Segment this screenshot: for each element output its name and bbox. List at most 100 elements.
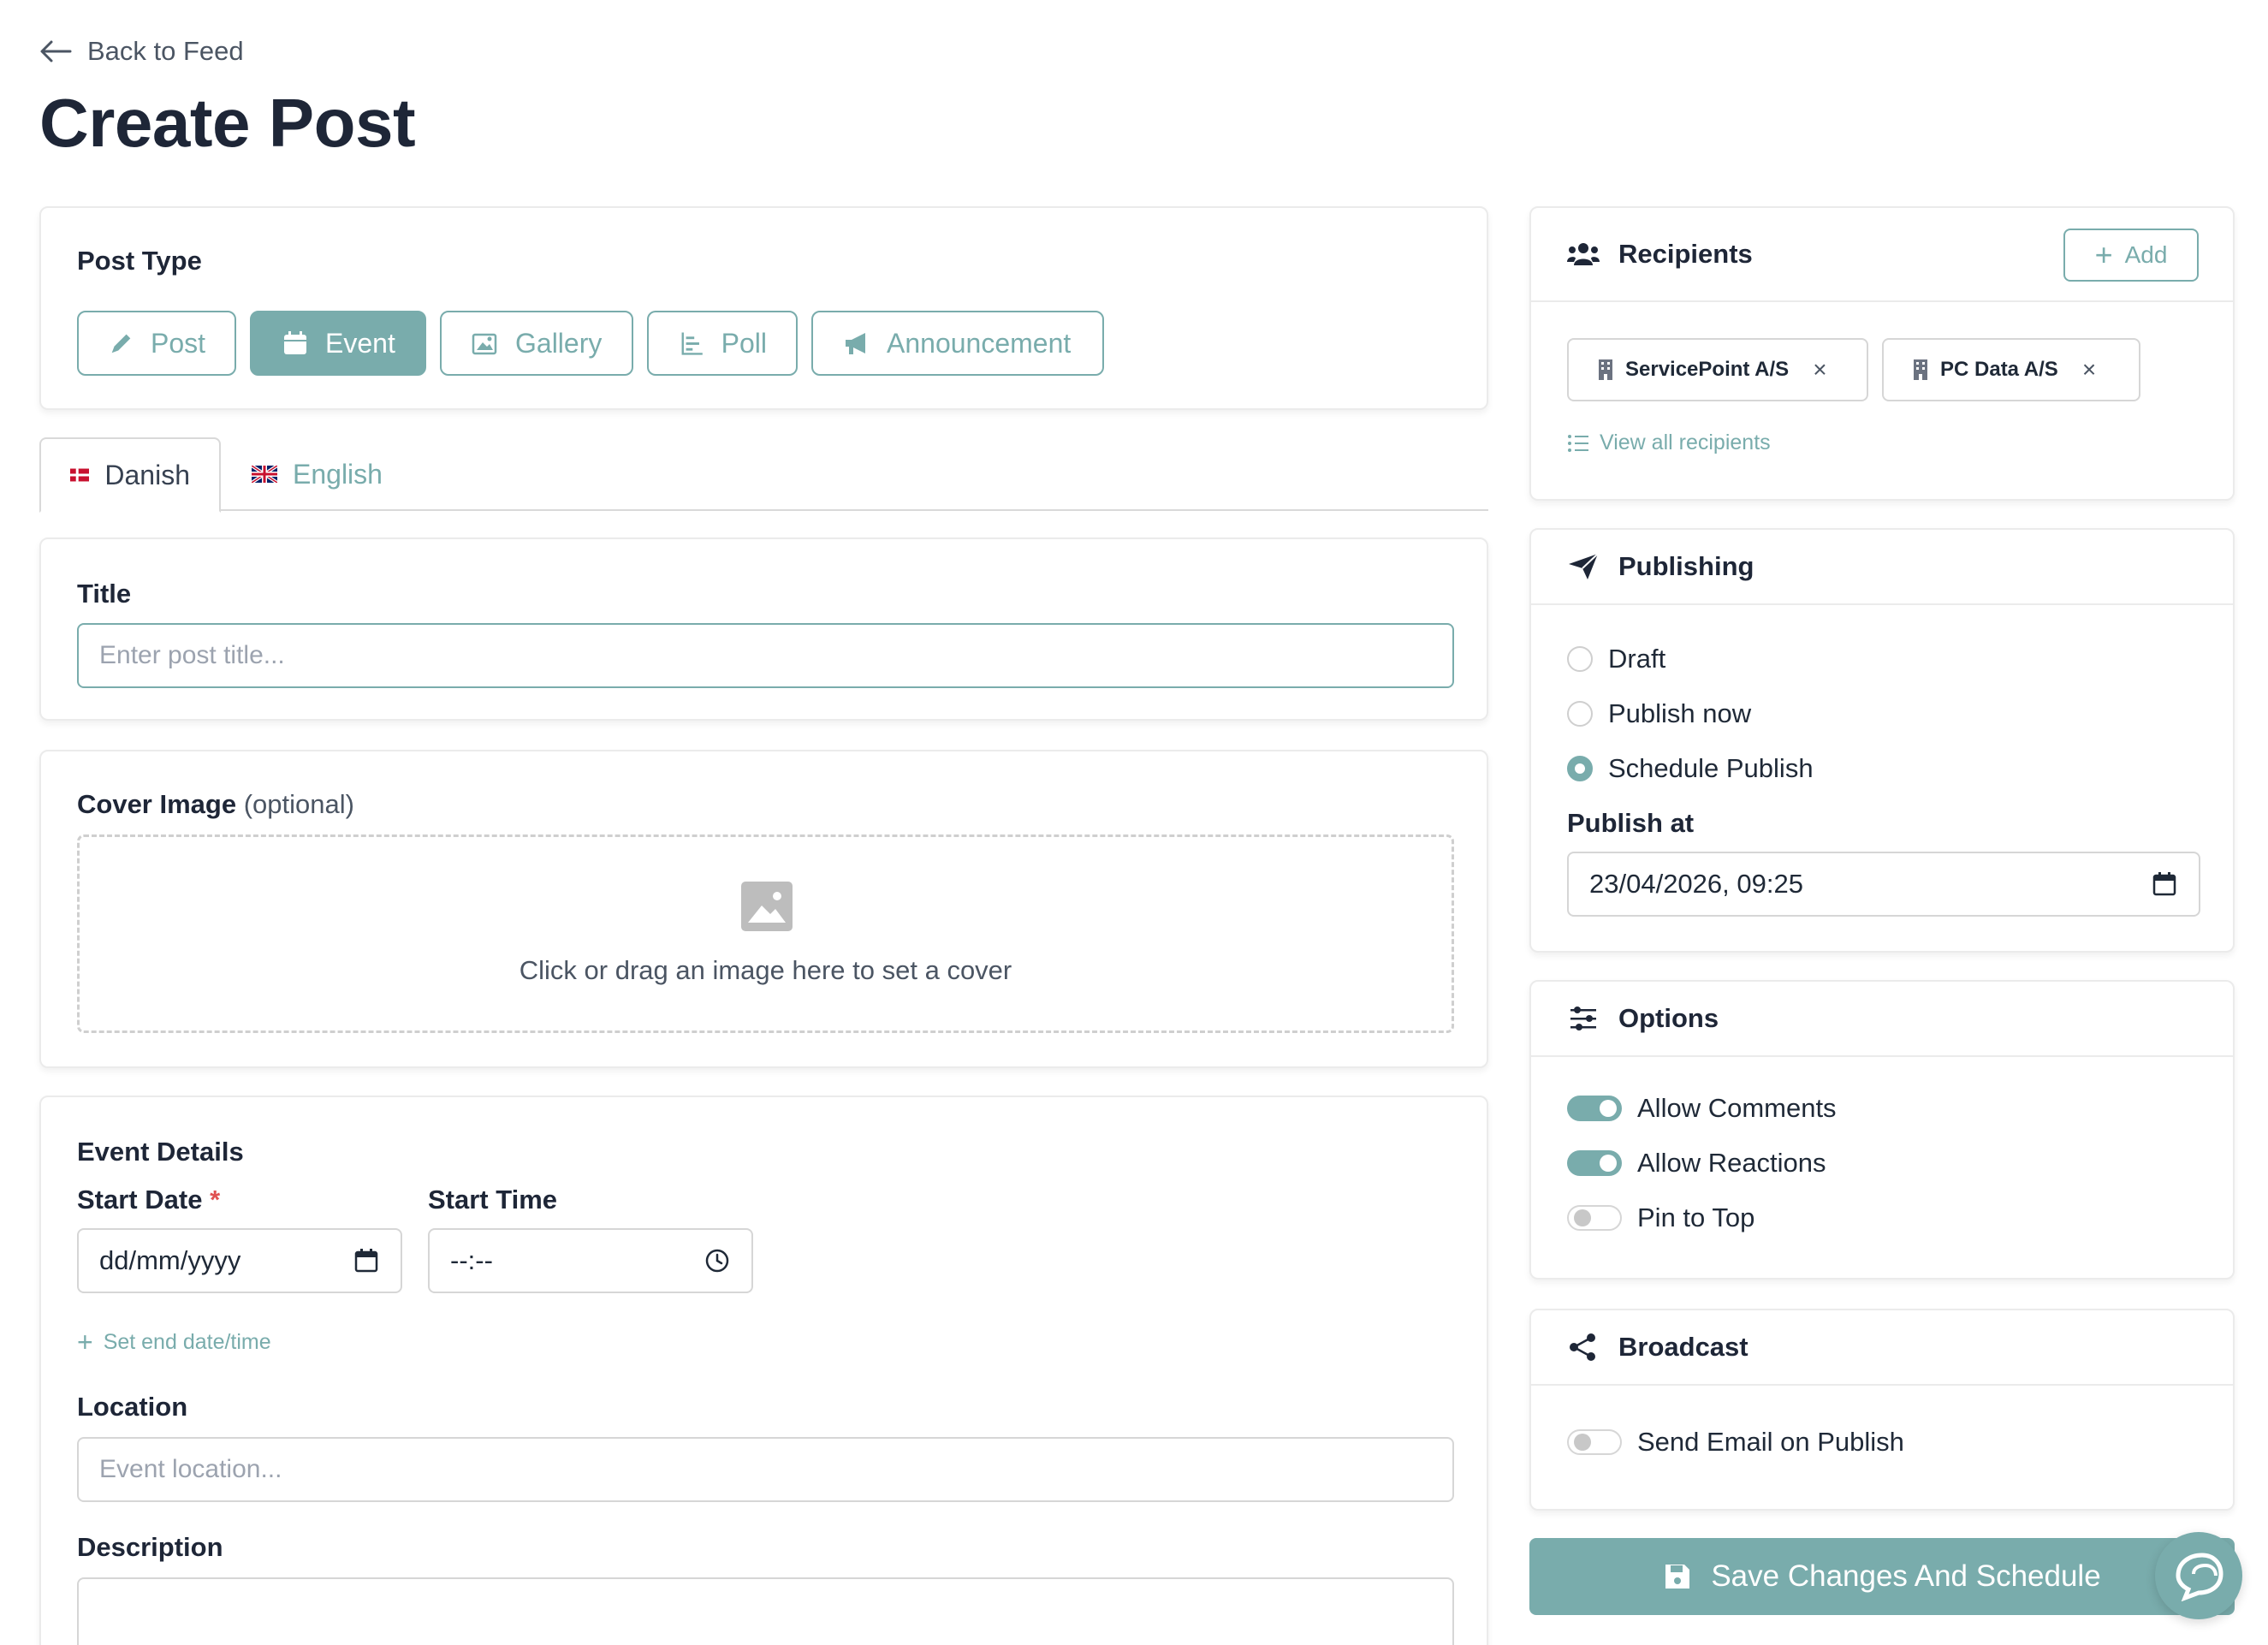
- recipient-chip-label: PC Data A/S: [1940, 358, 2058, 381]
- set-end-datetime-link[interactable]: + Set end date/time: [77, 1328, 271, 1356]
- publish-option-draft-label: Draft: [1608, 644, 1666, 674]
- option-allow-comments: Allow Comments: [1567, 1093, 1837, 1124]
- radio-schedule-publish[interactable]: [1567, 756, 1593, 781]
- pencil-icon: [111, 334, 131, 353]
- publish-option-schedule[interactable]: Schedule Publish: [1567, 753, 1814, 784]
- required-marker: *: [210, 1185, 221, 1214]
- remove-recipient-icon[interactable]: ×: [2082, 356, 2096, 383]
- post-type-announcement-label: Announcement: [887, 327, 1072, 359]
- post-type-announcement-button[interactable]: Announcement: [811, 311, 1104, 376]
- allow-reactions-label: Allow Reactions: [1637, 1148, 1826, 1178]
- cover-image-card: Cover Image (optional) Click or drag an …: [39, 750, 1488, 1068]
- save-changes-and-schedule-button[interactable]: Save Changes And Schedule: [1529, 1538, 2235, 1615]
- chat-icon: [2176, 1553, 2223, 1601]
- event-details-card: Event Details Start Date * dd/mm/yyyy St…: [39, 1096, 1488, 1645]
- remove-recipient-icon[interactable]: ×: [1813, 356, 1826, 383]
- view-all-recipients-link[interactable]: View all recipients: [1567, 431, 1771, 455]
- cover-image-title: Cover Image: [77, 789, 237, 819]
- broadcast-card: Broadcast Send Email on Publish: [1529, 1309, 2235, 1511]
- title-input[interactable]: Enter post title...: [77, 623, 1454, 688]
- start-date-placeholder: dd/mm/yyyy: [99, 1245, 241, 1275]
- cover-image-label: Cover Image (optional): [77, 789, 354, 820]
- publish-at-label: Publish at: [1567, 808, 1695, 838]
- publish-at-input[interactable]: 23/04/2026, 09:25: [1567, 852, 2200, 917]
- options-card: Options Allow Comments Allow Reactions P…: [1529, 980, 2235, 1280]
- post-type-card: Post Type Post Event Gallery Poll Announ…: [39, 206, 1488, 410]
- location-input[interactable]: Event location...: [77, 1437, 1454, 1502]
- send-email-toggle[interactable]: [1567, 1429, 1622, 1455]
- post-type-poll-button[interactable]: Poll: [647, 311, 798, 376]
- publish-at-value: 23/04/2026, 09:25: [1589, 869, 1803, 899]
- options-header: Options: [1531, 982, 2233, 1057]
- allow-comments-toggle[interactable]: [1567, 1096, 1622, 1121]
- location-placeholder: Event location...: [99, 1455, 282, 1483]
- post-type-post-button[interactable]: Post: [77, 311, 236, 376]
- tab-danish[interactable]: Danish: [39, 437, 221, 513]
- event-details-heading: Event Details: [77, 1137, 244, 1167]
- start-time-placeholder: --:--: [450, 1245, 493, 1275]
- publish-option-draft[interactable]: Draft: [1567, 644, 1665, 674]
- plus-icon: +: [2094, 237, 2113, 272]
- chat-support-button[interactable]: [2155, 1532, 2242, 1619]
- publish-option-publish-now[interactable]: Publish now: [1567, 698, 1751, 729]
- calendar-icon[interactable]: [353, 1247, 380, 1274]
- users-icon: [1567, 243, 1600, 265]
- toggle-knob: [1574, 1209, 1591, 1226]
- publishing-heading: Publishing: [1618, 551, 1754, 581]
- allow-reactions-toggle[interactable]: [1567, 1150, 1622, 1176]
- option-pin-to-top: Pin to Top: [1567, 1203, 1754, 1233]
- clock-icon[interactable]: [704, 1247, 731, 1274]
- add-recipient-button[interactable]: + Add: [2063, 229, 2199, 282]
- recipient-chip: PC Data A/S ×: [1882, 338, 2140, 401]
- back-to-feed-link[interactable]: Back to Feed: [39, 36, 244, 67]
- title-label: Title: [77, 579, 132, 609]
- start-date-input[interactable]: dd/mm/yyyy: [77, 1228, 402, 1293]
- plus-icon: +: [77, 1327, 93, 1357]
- post-type-gallery-button[interactable]: Gallery: [440, 311, 633, 376]
- post-type-label: Post Type: [77, 246, 202, 276]
- cover-image-dropzone[interactable]: Click or drag an image here to set a cov…: [77, 834, 1454, 1033]
- gallery-icon: [472, 333, 497, 355]
- radio-draft[interactable]: [1567, 646, 1593, 672]
- post-type-post-label: Post: [150, 327, 205, 359]
- location-label: Location: [77, 1392, 188, 1422]
- tab-english[interactable]: English: [252, 437, 412, 511]
- language-tabs: Danish English: [39, 437, 1488, 513]
- description-textarea[interactable]: [77, 1577, 1454, 1645]
- send-email-label: Send Email on Publish: [1637, 1427, 1904, 1457]
- post-type-gallery-label: Gallery: [515, 327, 603, 359]
- radio-publish-now[interactable]: [1567, 701, 1593, 727]
- tab-danish-label: Danish: [104, 459, 190, 490]
- recipient-chip-label: ServicePoint A/S: [1625, 358, 1790, 381]
- title-card: Title Enter post title...: [39, 537, 1488, 721]
- toggle-knob: [1600, 1100, 1617, 1117]
- description-label: Description: [77, 1532, 223, 1562]
- pin-to-top-label: Pin to Top: [1637, 1203, 1755, 1232]
- recipients-card: Recipients + Add ServicePoint A/S × PC D…: [1529, 206, 2235, 501]
- broadcast-send-email: Send Email on Publish: [1567, 1427, 1904, 1458]
- list-icon: [1568, 434, 1588, 452]
- toggle-knob: [1600, 1155, 1617, 1172]
- publish-option-schedule-label: Schedule Publish: [1608, 753, 1814, 783]
- calendar-icon: [284, 331, 306, 354]
- post-type-event-label: Event: [325, 327, 395, 359]
- megaphone-icon: [846, 333, 865, 354]
- allow-comments-label: Allow Comments: [1637, 1093, 1837, 1123]
- back-link-label: Back to Feed: [87, 36, 244, 66]
- post-type-poll-label: Poll: [721, 327, 767, 359]
- tab-english-label: English: [293, 458, 383, 490]
- cover-image-hint: Click or drag an image here to set a cov…: [519, 955, 1012, 985]
- start-time-input[interactable]: --:--: [428, 1228, 753, 1293]
- start-date-label: Start Date *: [77, 1185, 220, 1215]
- uk-flag-icon: [252, 466, 277, 483]
- building-icon: [1599, 359, 1612, 380]
- send-icon: [1569, 553, 1599, 579]
- calendar-icon[interactable]: [2151, 870, 2178, 898]
- recipient-chip: ServicePoint A/S ×: [1567, 338, 1868, 401]
- post-type-event-button[interactable]: Event: [250, 311, 426, 376]
- danish-flag-icon: [70, 468, 90, 482]
- pin-to-top-toggle[interactable]: [1567, 1205, 1622, 1231]
- toggle-knob: [1574, 1434, 1591, 1451]
- broadcast-header: Broadcast: [1531, 1310, 2233, 1386]
- broadcast-heading: Broadcast: [1618, 1332, 1748, 1362]
